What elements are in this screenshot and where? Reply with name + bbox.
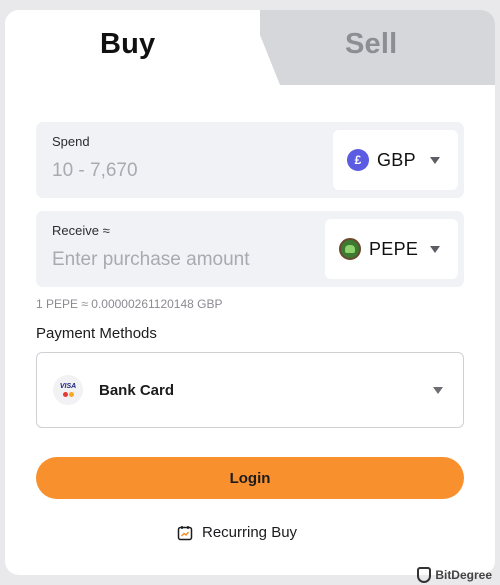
spend-currency-code: GBP	[377, 149, 416, 170]
receive-input[interactable]	[52, 249, 312, 271]
spend-input[interactable]	[52, 160, 312, 182]
trade-widget: Buy Sell Spend £ GBP Receive ≈ PEPE 1 PE…	[5, 10, 495, 575]
payment-methods-title: Payment Methods	[36, 325, 157, 342]
spend-label: Spend	[52, 134, 90, 149]
receive-field: Receive ≈ PEPE	[36, 211, 464, 287]
receive-label: Receive ≈	[52, 223, 110, 238]
payment-method-label: Bank Card	[99, 381, 175, 399]
chevron-down-icon	[430, 156, 440, 164]
chevron-down-icon	[433, 386, 443, 394]
receive-currency-select[interactable]: PEPE	[325, 219, 458, 279]
tab-buy[interactable]: Buy	[100, 28, 155, 61]
exchange-rate: 1 PEPE ≈ 0.00000261120148 GBP	[36, 297, 223, 311]
payment-method-select[interactable]: VISA Bank Card	[36, 352, 464, 428]
buy-sell-tabs: Buy Sell	[5, 10, 495, 85]
watermark-text: BitDegree	[435, 568, 492, 582]
receive-currency-code: PEPE	[369, 238, 419, 259]
tab-sell-label[interactable]: Sell	[345, 28, 397, 61]
visa-mastercard-icon: VISA	[53, 375, 83, 405]
pound-coin-icon: £	[347, 149, 369, 171]
login-button[interactable]: Login	[36, 457, 464, 499]
spend-currency-select[interactable]: £ GBP	[333, 130, 458, 190]
calendar-icon	[177, 525, 193, 540]
chevron-down-icon	[430, 245, 440, 253]
bitdegree-watermark: BitDegree	[417, 567, 492, 583]
bitdegree-logo-icon	[417, 567, 432, 583]
pepe-coin-icon	[339, 238, 361, 260]
recurring-buy-link[interactable]: Recurring Buy	[177, 524, 297, 541]
spend-field: Spend £ GBP	[36, 122, 464, 198]
recurring-buy-label: Recurring Buy	[202, 524, 298, 541]
